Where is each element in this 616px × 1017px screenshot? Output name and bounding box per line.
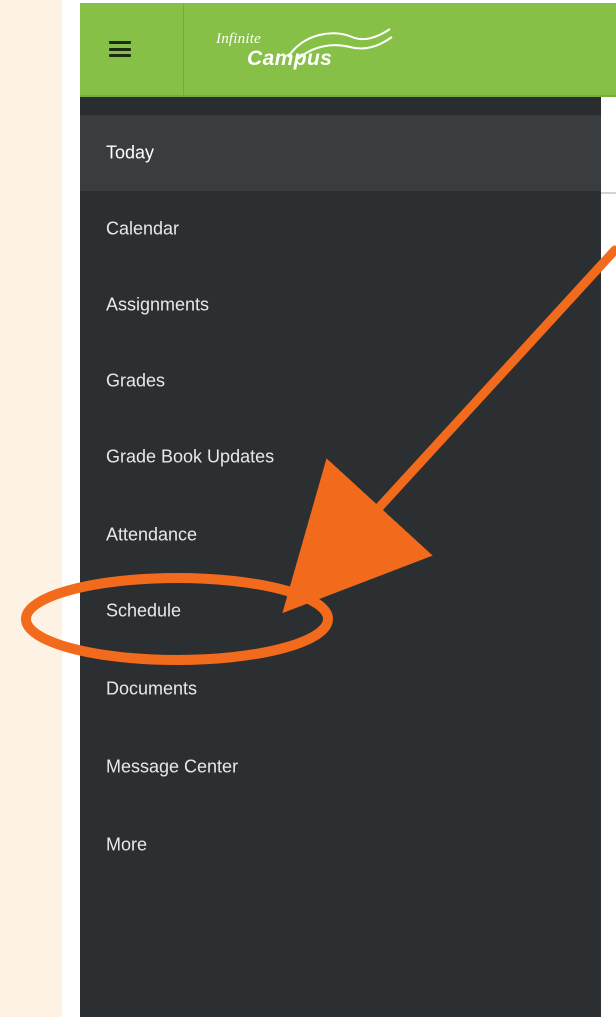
menu-button[interactable] — [92, 23, 148, 75]
sidebar-item-label: Calendar — [106, 218, 180, 239]
sidebar-item-documents[interactable]: Documents — [80, 651, 601, 727]
logo-text-top: Infinite — [216, 31, 261, 47]
main-content-divider — [601, 192, 616, 194]
sidebar-item-label: Schedule — [106, 600, 182, 621]
main-content-edge — [601, 115, 616, 1017]
sidebar-item-label: Grade Book Updates — [106, 446, 275, 467]
logo-swoosh-icon — [287, 28, 393, 60]
app-logo[interactable]: Infinite Campus — [216, 25, 396, 81]
hamburger-menu-icon — [109, 41, 131, 57]
sidebar-item-grade-book-updates[interactable]: Grade Book Updates — [80, 419, 601, 495]
sidebar-item-message-center[interactable]: Message Center — [80, 729, 601, 805]
sidebar-item-grades[interactable]: Grades — [80, 343, 601, 419]
sidebar-item-more[interactable]: More — [80, 807, 601, 883]
app-header: Infinite Campus — [80, 3, 616, 97]
sidebar-item-label: Attendance — [106, 524, 198, 545]
sidebar-item-label: Message Center — [106, 756, 239, 777]
sidebar-item-label: Assignments — [106, 294, 210, 315]
sidebar-item-calendar[interactable]: Calendar — [80, 191, 601, 267]
sidebar-item-label: Today — [106, 142, 155, 163]
sidebar-item-label: More — [106, 834, 148, 855]
sidebar-item-label: Grades — [106, 370, 166, 391]
sidebar-item-schedule[interactable]: Schedule — [80, 573, 601, 649]
header-divider — [183, 3, 184, 95]
sidebar-item-attendance[interactable]: Attendance — [80, 497, 601, 573]
sidebar-item-today[interactable]: Today — [80, 115, 601, 191]
sidebar-top-strip — [80, 97, 601, 115]
sidebar-item-assignments[interactable]: Assignments — [80, 267, 601, 343]
side-navigation: Today Calendar Assignments Grades Grade … — [80, 97, 601, 1017]
sidebar-item-label: Documents — [106, 678, 198, 699]
